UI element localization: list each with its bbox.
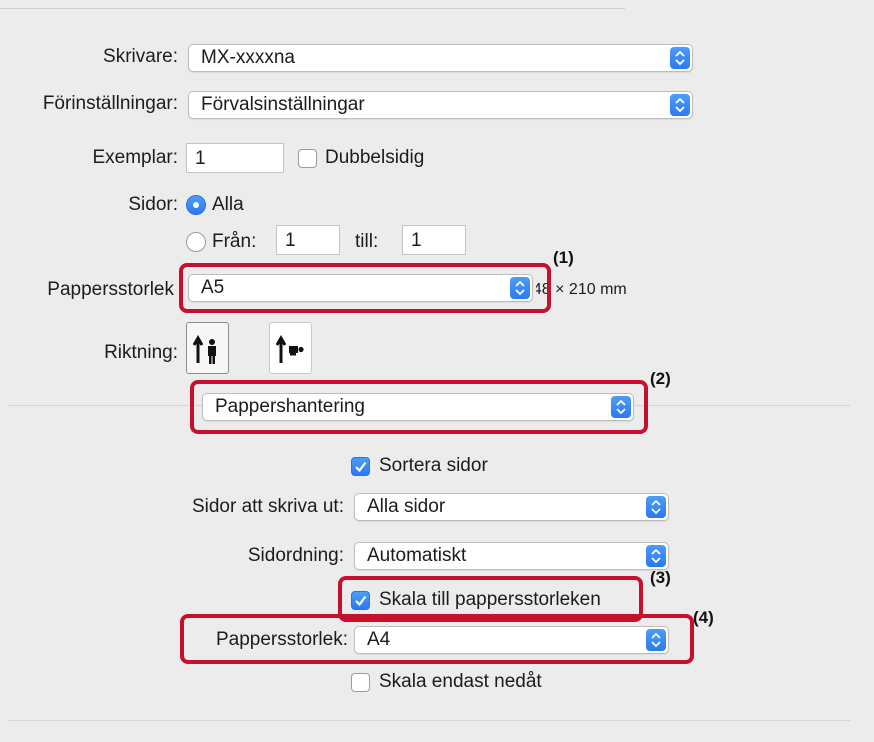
duplex-checkbox[interactable] <box>298 149 317 168</box>
highlight-4 <box>180 614 694 664</box>
copies-field[interactable]: 1 <box>186 143 284 173</box>
pages-all-radio[interactable] <box>186 195 206 215</box>
presets-label: Förinställningar: <box>42 93 178 114</box>
landscape-orientation-button[interactable] <box>269 322 312 374</box>
highlight-1 <box>179 263 551 313</box>
page-order-label: Sidordning: <box>247 545 344 566</box>
orientation-label: Riktning: <box>104 342 178 363</box>
page-order-value: Automatiskt <box>367 545 467 566</box>
copies-value: 1 <box>195 148 206 169</box>
top-divider <box>0 8 625 9</box>
updown-arrows-icon <box>670 47 690 69</box>
pages-from-label: Från: <box>212 231 257 252</box>
portrait-icon <box>192 334 216 364</box>
pages-from-radio[interactable] <box>186 232 206 252</box>
scale-down-only-checkbox[interactable] <box>351 673 370 692</box>
pages-label: Sidor: <box>128 194 178 215</box>
bottom-divider <box>8 720 850 721</box>
checkmark-icon <box>355 461 367 473</box>
portrait-orientation-button[interactable] <box>186 322 229 374</box>
printer-popup[interactable]: MX-xxxxna <box>188 44 693 72</box>
pages-all-label: Alla <box>212 194 244 215</box>
pages-from-field[interactable]: 1 <box>276 225 340 255</box>
printer-value: MX-xxxxna <box>201 47 295 68</box>
pages-to-label: till: <box>355 231 379 252</box>
scale-down-only-label: Skala endast nedåt <box>379 671 542 692</box>
highlight-2 <box>190 380 648 434</box>
pages-to-print-value: Alla sidor <box>367 496 446 517</box>
paper-size-label: Pappersstorlek <box>47 279 174 300</box>
copies-label: Exemplar: <box>92 147 178 168</box>
callout-3: (3) <box>650 568 671 587</box>
updown-arrows-icon <box>670 94 690 116</box>
updown-arrows-icon <box>646 496 666 518</box>
duplex-label: Dubbelsidig <box>325 147 425 168</box>
pages-to-print-label: Sidor att skriva ut: <box>191 496 344 517</box>
collate-checkbox[interactable] <box>351 457 370 476</box>
paper-dimensions: 148 × 210 mm <box>536 281 627 298</box>
pages-to-value: 1 <box>411 230 422 251</box>
printer-label: Skrivare: <box>103 46 178 67</box>
landscape-icon <box>275 334 304 363</box>
presets-value: Förvalsinställningar <box>201 94 365 115</box>
collate-label: Sortera sidor <box>379 455 488 476</box>
callout-4: (4) <box>693 608 714 627</box>
presets-popup[interactable]: Förvalsinställningar <box>188 91 693 119</box>
page-order-popup[interactable]: Automatiskt <box>354 542 669 570</box>
pages-to-field[interactable]: 1 <box>402 225 466 255</box>
pages-to-print-popup[interactable]: Alla sidor <box>354 493 669 521</box>
callout-1: (1) <box>553 248 574 267</box>
updown-arrows-icon <box>646 545 666 567</box>
callout-2: (2) <box>650 369 671 388</box>
pages-from-value: 1 <box>285 230 296 251</box>
